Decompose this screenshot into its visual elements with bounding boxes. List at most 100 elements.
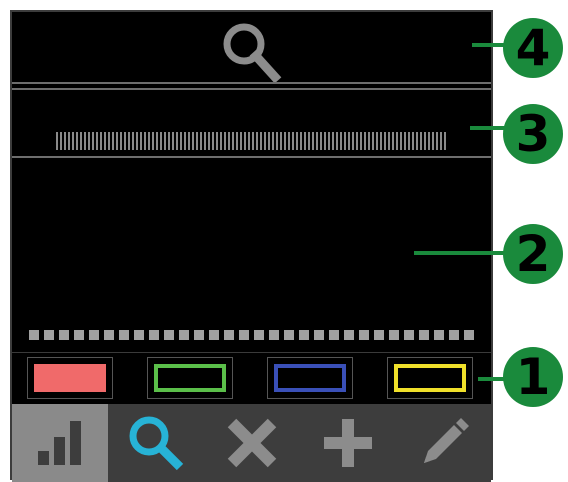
bottom-tick xyxy=(179,330,189,340)
overview-bar xyxy=(112,132,114,150)
overview-bar xyxy=(424,132,426,150)
overview-bar xyxy=(436,132,438,150)
overview-bar xyxy=(316,132,318,150)
tool-search[interactable] xyxy=(108,404,204,482)
overview-bar xyxy=(348,132,350,150)
overview-bar xyxy=(232,132,234,150)
overview-bar xyxy=(104,132,106,150)
overview-bar xyxy=(92,132,94,150)
bottom-tick xyxy=(449,330,459,340)
tool-delete[interactable] xyxy=(204,404,300,482)
overview-bar xyxy=(88,132,90,150)
overview-bar xyxy=(128,132,130,150)
overview-bar xyxy=(312,132,314,150)
overview-bar xyxy=(392,132,394,150)
overview-bar xyxy=(288,132,290,150)
swatch-yellow[interactable] xyxy=(387,357,473,399)
pencil-icon xyxy=(424,418,469,463)
overview-bar xyxy=(200,132,202,150)
overview-bar xyxy=(364,132,366,150)
swatch-blue[interactable] xyxy=(267,357,353,399)
overview-bar xyxy=(208,132,210,150)
overview-bar xyxy=(248,132,250,150)
bottom-tick xyxy=(44,330,54,340)
overview-bar xyxy=(216,132,218,150)
overview-bar xyxy=(184,132,186,150)
bottom-tick xyxy=(389,330,399,340)
swatch-green[interactable] xyxy=(147,357,233,399)
overview-bar xyxy=(100,132,102,150)
bottom-tick-row xyxy=(29,330,474,340)
callout-1: 1 xyxy=(503,347,563,407)
overview-bar xyxy=(416,132,418,150)
callout-1-number: 1 xyxy=(515,348,551,406)
overview-strip[interactable] xyxy=(12,90,491,162)
overview-bar xyxy=(188,132,190,150)
overview-bar xyxy=(412,132,414,150)
overview-bar xyxy=(116,132,118,150)
overview-bar xyxy=(252,132,254,150)
overview-bar xyxy=(80,132,82,150)
overview-bar xyxy=(336,132,338,150)
callout-2: 2 xyxy=(503,224,563,284)
overview-bar xyxy=(328,132,330,150)
overview-bar xyxy=(300,132,302,150)
overview-bar xyxy=(120,132,122,150)
overview-bar xyxy=(204,132,206,150)
overview-bar xyxy=(404,132,406,150)
overview-bar xyxy=(380,132,382,150)
bottom-tick xyxy=(194,330,204,340)
overview-bar xyxy=(220,132,222,150)
overview-bar xyxy=(180,132,182,150)
swatch-green-outline xyxy=(154,364,226,392)
overview-bar xyxy=(352,132,354,150)
bottom-tick xyxy=(89,330,99,340)
main-plot-area[interactable] xyxy=(12,160,491,352)
overview-bar xyxy=(308,132,310,150)
tool-edit[interactable] xyxy=(396,404,492,482)
swatch-yellow-outline xyxy=(394,364,466,392)
bottom-tick xyxy=(299,330,309,340)
overview-bar xyxy=(388,132,390,150)
overview-bar xyxy=(292,132,294,150)
overview-bar xyxy=(376,132,378,150)
callout-3: 3 xyxy=(503,104,563,164)
search-icon[interactable] xyxy=(217,20,287,86)
overview-bar xyxy=(108,132,110,150)
overview-bar xyxy=(296,132,298,150)
overview-bar xyxy=(156,132,158,150)
overview-bar xyxy=(420,132,422,150)
bottom-tick xyxy=(164,330,174,340)
bottom-tick xyxy=(149,330,159,340)
overview-bar xyxy=(440,132,442,150)
bottom-tick xyxy=(59,330,69,340)
tool-bar-chart[interactable] xyxy=(12,404,108,482)
overview-bar xyxy=(284,132,286,150)
overview-bar xyxy=(320,132,322,150)
overview-bar xyxy=(176,132,178,150)
bottom-toolbar xyxy=(12,404,491,482)
bar-chart-icon xyxy=(38,421,81,465)
overview-bar xyxy=(264,132,266,150)
swatch-red[interactable] xyxy=(27,357,113,399)
overview-bar xyxy=(144,132,146,150)
overview-bar xyxy=(340,132,342,150)
overview-bar xyxy=(372,132,374,150)
overview-bar xyxy=(332,132,334,150)
callout-4: 4 xyxy=(503,18,563,78)
overview-bar xyxy=(140,132,142,150)
overview-bar xyxy=(428,132,430,150)
tool-add[interactable] xyxy=(300,404,396,482)
overview-bar xyxy=(236,132,238,150)
overview-bar xyxy=(160,132,162,150)
overview-bar xyxy=(240,132,242,150)
overview-bar xyxy=(148,132,150,150)
overview-bar xyxy=(400,132,402,150)
swatch-blue-outline xyxy=(274,364,346,392)
overview-bar xyxy=(276,132,278,150)
search-icon xyxy=(129,416,184,471)
overview-bar xyxy=(244,132,246,150)
device-screen xyxy=(10,10,493,482)
overview-bars xyxy=(56,132,446,150)
overview-bar xyxy=(304,132,306,150)
